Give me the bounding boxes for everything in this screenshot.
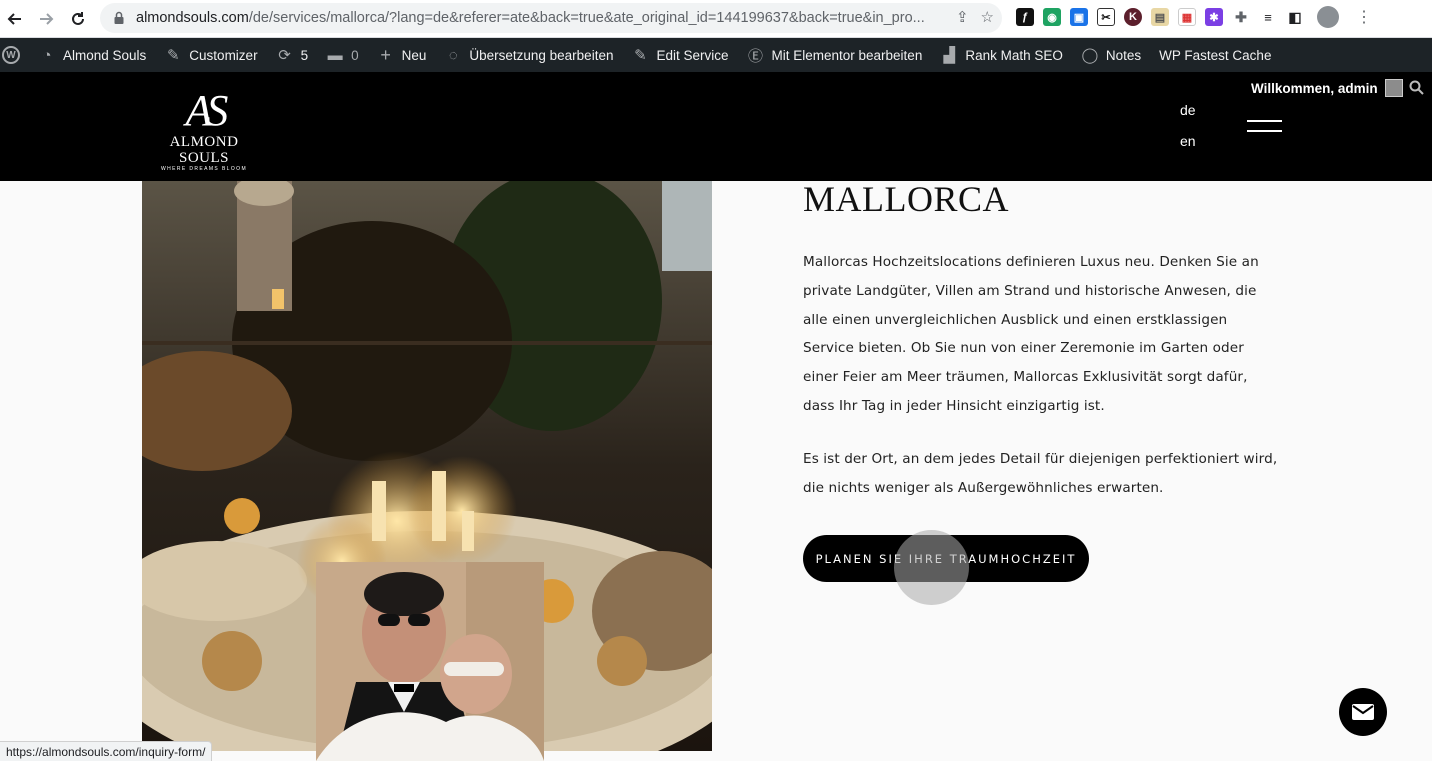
- avatar: [1384, 79, 1403, 97]
- pencil-icon: ✎: [634, 47, 647, 64]
- site-header: AS ALMOND SOULS WHERE DREAMS BLOOM de en…: [0, 72, 1432, 181]
- admin-updates[interactable]: ⟳ 5: [267, 38, 318, 72]
- hamburger-menu-icon[interactable]: [1247, 120, 1283, 134]
- browser-toolbar: almondsouls.com/de/services/mallorca/?la…: [0, 0, 1432, 38]
- extension-scissors-icon[interactable]: ✂: [1097, 8, 1115, 26]
- wp-logo-menu[interactable]: W: [0, 38, 29, 72]
- extensions-puzzle-icon[interactable]: ✚: [1232, 8, 1250, 26]
- profile-avatar[interactable]: [1317, 6, 1339, 28]
- side-panel-icon[interactable]: ◧: [1286, 8, 1304, 26]
- translate-icon: ◌: [448, 46, 458, 64]
- intro-paragraph: Mallorcas Hochzeitslocations definieren …: [803, 254, 1259, 414]
- extension-k-icon[interactable]: K: [1124, 8, 1142, 26]
- extension-screenshot-icon[interactable]: ▣: [1070, 8, 1088, 26]
- reload-icon[interactable]: [63, 4, 93, 34]
- brush-icon: ✎: [167, 47, 180, 64]
- rankmath-icon: ▟: [943, 47, 956, 64]
- wp-admin-bar: W ◔ Almond Souls ✎ Customizer ⟳ 5 ▬ 0 + …: [0, 38, 1432, 72]
- extension-calendar-icon[interactable]: ▦: [1178, 8, 1196, 26]
- admin-site-name[interactable]: ◔ Almond Souls: [29, 38, 155, 72]
- admin-translate[interactable]: ◌ Übersetzung bearbeiten: [435, 38, 622, 72]
- contact-mail-button[interactable]: [1339, 688, 1387, 736]
- address-bar[interactable]: almondsouls.com/de/services/mallorca/?la…: [100, 3, 1002, 33]
- admin-new[interactable]: + Neu: [368, 38, 436, 72]
- admin-elementor[interactable]: Ⓔ Mit Elementor bearbeiten: [738, 38, 932, 72]
- forward-icon[interactable]: [31, 4, 61, 34]
- couple-photo: [316, 562, 544, 761]
- extension-doc-icon[interactable]: ▤: [1151, 8, 1169, 26]
- admin-customizer[interactable]: ✎ Customizer: [155, 38, 266, 72]
- media-control-icon[interactable]: ≡: [1259, 8, 1277, 26]
- page-title: MALLORCA: [803, 179, 1010, 219]
- site-logo[interactable]: AS ALMOND SOULS WHERE DREAMS BLOOM: [143, 88, 265, 173]
- admin-notes[interactable]: ◯ Notes: [1072, 38, 1150, 72]
- plus-icon: +: [380, 44, 391, 65]
- extension-purple-icon[interactable]: ✱: [1205, 8, 1223, 26]
- comment-icon: ▬: [327, 46, 343, 64]
- url-text: almondsouls.com/de/services/mallorca/?la…: [136, 10, 925, 26]
- language-en-link[interactable]: en: [1180, 133, 1196, 149]
- lock-icon: [114, 11, 124, 24]
- admin-comments[interactable]: ▬ 0: [317, 38, 368, 72]
- elementor-icon: Ⓔ: [747, 47, 763, 65]
- status-bar-url: https://almondsouls.com/inquiry-form/: [0, 741, 213, 761]
- extension-font-icon[interactable]: ƒ: [1016, 8, 1034, 26]
- secondary-paragraph: Es ist der Ort, an dem jedes Detail für …: [803, 451, 1278, 496]
- speech-bubble-icon: ◯: [1081, 47, 1099, 64]
- share-icon[interactable]: ⇪: [956, 8, 969, 26]
- admin-edit-service[interactable]: ✎ Edit Service: [622, 38, 737, 72]
- language-de-link[interactable]: de: [1180, 102, 1196, 118]
- admin-account-menu[interactable]: Willkommen, admin: [1251, 79, 1403, 97]
- admin-fastest-cache[interactable]: WP Fastest Cache: [1150, 38, 1280, 72]
- envelope-icon: [1352, 704, 1374, 720]
- wordpress-icon: W: [2, 46, 20, 64]
- back-icon[interactable]: [0, 4, 30, 34]
- browser-menu-icon[interactable]: ⋮: [1356, 7, 1372, 27]
- extension-green-icon[interactable]: ◉: [1043, 8, 1061, 26]
- updates-icon: ⟳: [278, 47, 291, 64]
- plan-wedding-button[interactable]: PLANEN SIE IHRE TRAUMHOCHZEIT: [803, 535, 1089, 582]
- bookmark-star-icon[interactable]: ☆: [981, 8, 994, 26]
- dashboard-icon: ◔: [42, 46, 52, 64]
- search-icon[interactable]: [1409, 80, 1424, 95]
- admin-rankmath[interactable]: ▟ Rank Math SEO: [931, 38, 1072, 72]
